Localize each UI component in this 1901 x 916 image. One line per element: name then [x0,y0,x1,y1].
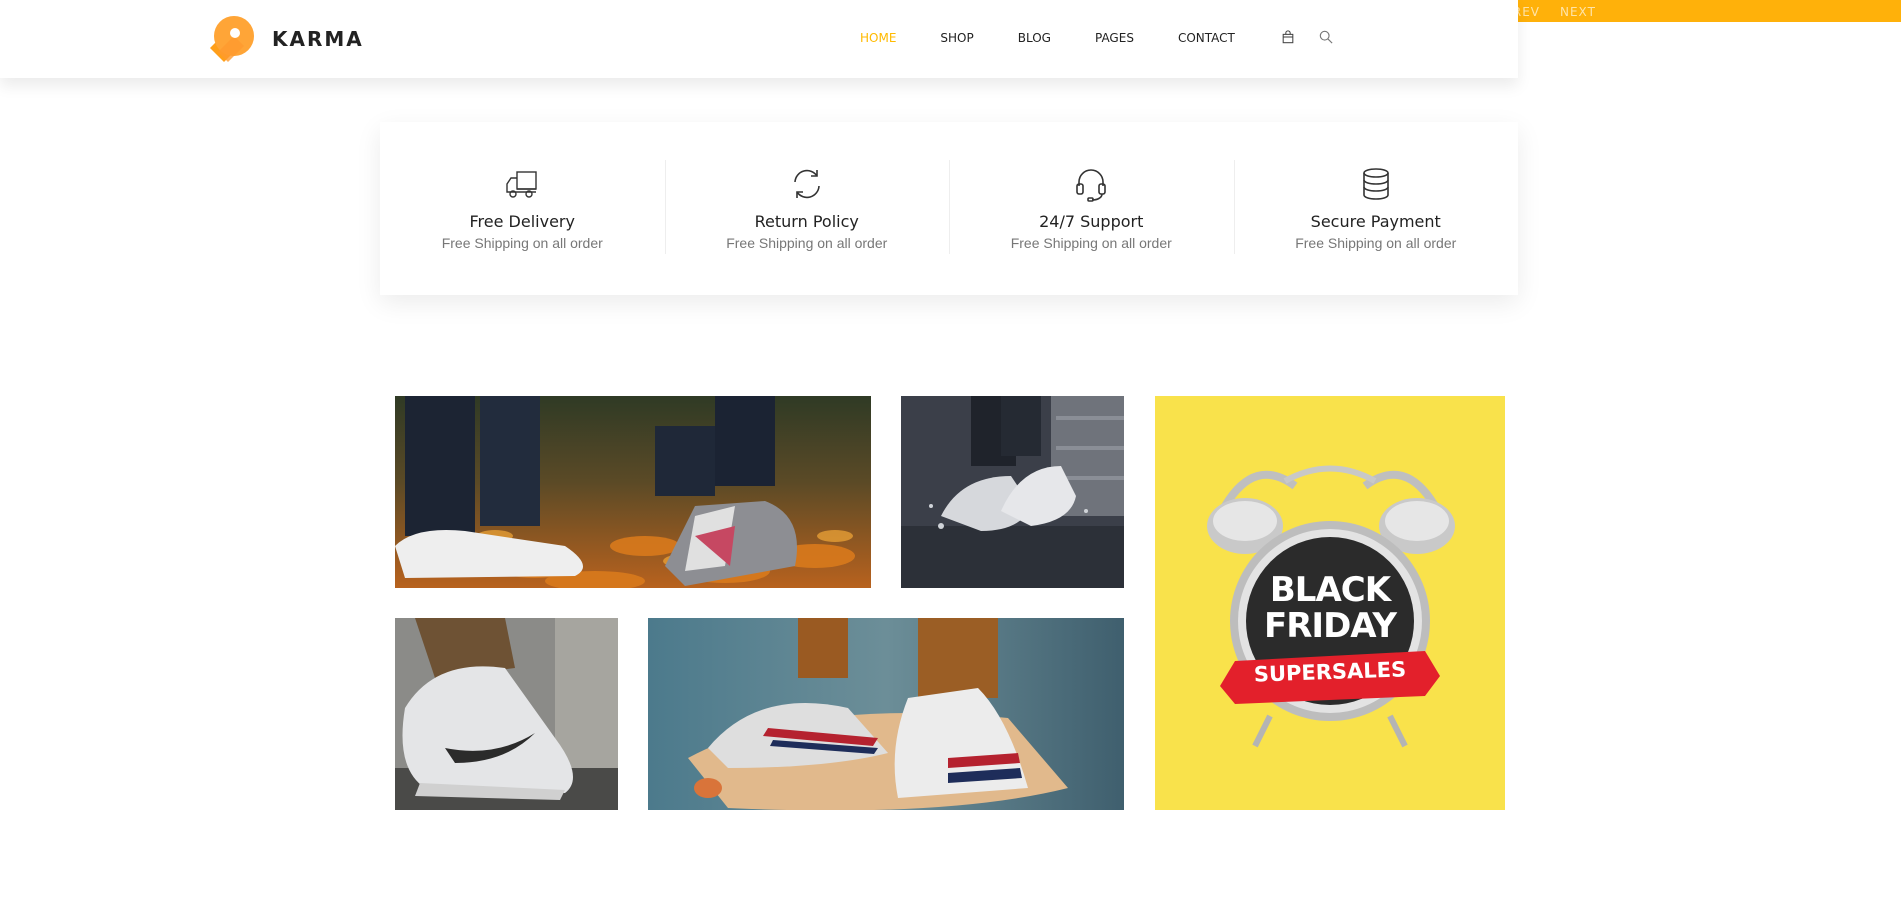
feature-subtitle: Free Shipping on all order [441,235,603,251]
features-panel: Free Delivery Free Shipping on all order… [380,122,1518,295]
feature-subtitle: Free Shipping on all order [726,235,888,251]
database-icon [1362,168,1389,200]
feature-title: Return Policy [754,212,859,231]
next-link[interactable]: NEXT [1560,5,1596,19]
nav-blog[interactable]: BLOG [1018,31,1051,45]
nav-home[interactable]: HOME [860,31,896,45]
feature-return-policy: Return Policy Free Shipping on all order [664,122,950,295]
refresh-icon [793,169,820,199]
nav-shop[interactable]: SHOP [940,31,973,45]
headset-icon [1076,169,1107,202]
feature-title: 24/7 Support [1039,212,1144,231]
gallery-image-skateboard-sneakers[interactable] [648,618,1124,810]
top-strip: PREV NEXT [1508,0,1901,22]
nav-pages[interactable]: PAGES [1095,31,1134,45]
promo-line-1: BLACK [1269,570,1391,610]
feature-subtitle: Free Shipping on all order [1010,235,1172,251]
feature-title: Free Delivery [469,212,575,231]
feature-title: Secure Payment [1310,212,1441,231]
feature-secure-payment: Secure Payment Free Shipping on all orde… [1233,122,1519,295]
search-icon[interactable] [1317,28,1335,46]
logo[interactable]: KARMA [204,12,364,66]
truck-icon [506,171,537,198]
promo-black-friday[interactable]: BLACK FRIDAY SUPERSALES [1155,396,1505,810]
feature-support: 24/7 Support Free Shipping on all order [949,122,1234,295]
site-header: KARMA HOME SHOP BLOG PAGES CONTACT [0,0,1518,78]
gallery-image-autumn-sneakers[interactable] [395,396,871,588]
promo-line-2: FRIDAY [1264,606,1397,646]
feature-subtitle: Free Shipping on all order [1295,235,1457,251]
shopping-bag-icon[interactable] [1279,28,1297,46]
brand-name: KARMA [272,27,364,51]
main-nav: HOME SHOP BLOG PAGES CONTACT [860,30,1355,46]
feature-free-delivery: Free Delivery Free Shipping on all order [380,122,665,295]
nav-contact[interactable]: CONTACT [1178,31,1235,45]
logo-pin-icon [210,16,254,62]
gallery-image-splash-sneakers[interactable] [901,396,1124,588]
gallery-image-nike-sneaker[interactable] [395,618,618,810]
